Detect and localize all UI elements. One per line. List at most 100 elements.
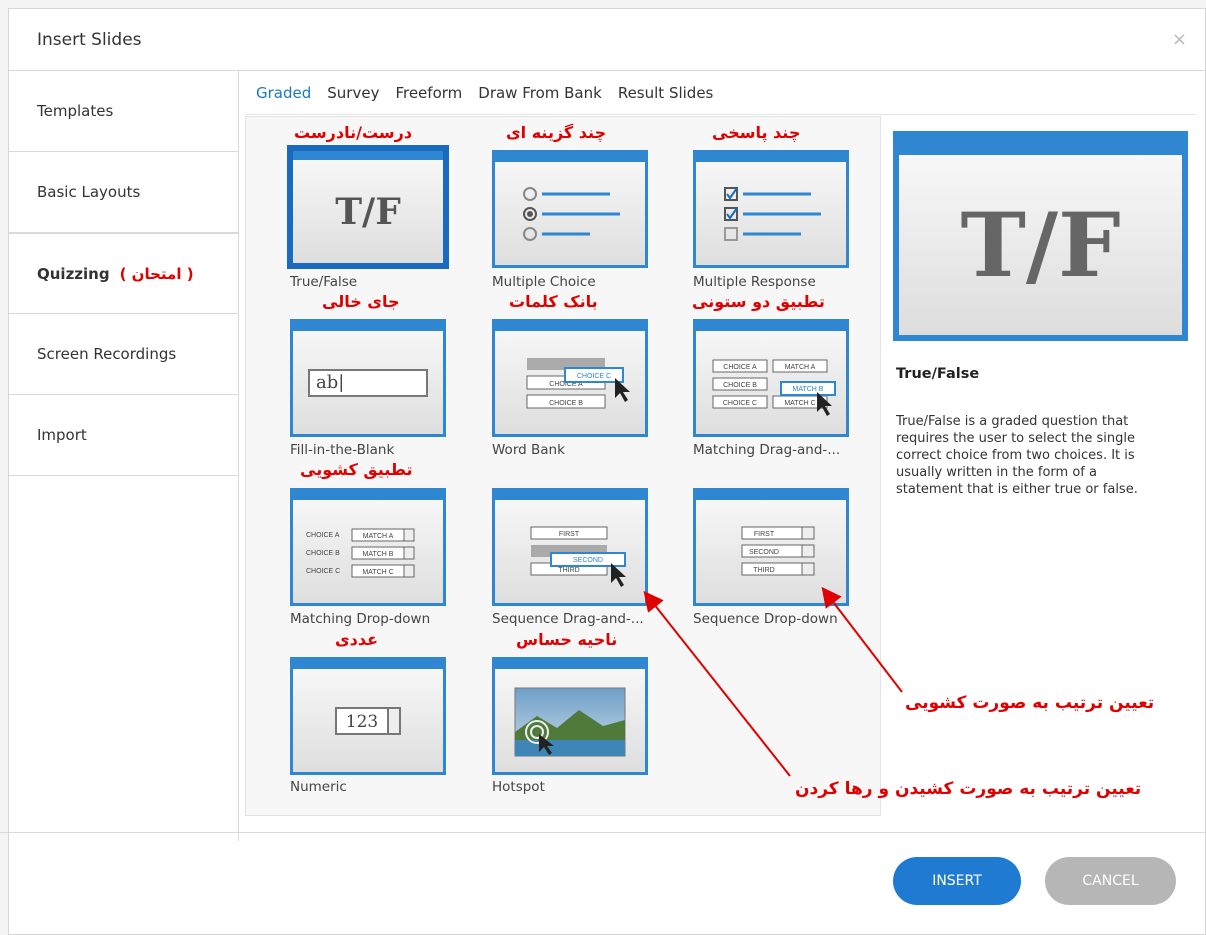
sidebar-item-screen-recordings[interactable]: Screen Recordings [9, 314, 238, 395]
quizzing-note: ( امتحان ) [119, 264, 194, 283]
svg-text:THIRD: THIRD [753, 567, 774, 574]
sidebar-item-quizzing[interactable]: Quizzing ( امتحان ) [9, 233, 238, 314]
card-bar [495, 491, 645, 500]
card-bar [495, 322, 645, 331]
card-fa-label: تطبیق کشویی [300, 460, 413, 479]
card-sequence-drag-and-drop[interactable]: FIRST THIRD SECOND [492, 488, 648, 606]
card-bar [696, 491, 846, 500]
tab-survey[interactable]: Survey [327, 84, 379, 102]
category-tabs: Graded Survey Freeform Draw From Bank Re… [256, 84, 729, 102]
svg-text:MATCH C: MATCH C [362, 569, 393, 576]
card-bar [495, 660, 645, 669]
svg-text:SECOND: SECOND [573, 557, 603, 564]
preview-glyph: T/F [960, 193, 1121, 297]
card-multiple-choice[interactable] [492, 150, 648, 268]
matching-dropdown-icon: CHOICE A MATCH A CHOICE B MATCH B CHOICE… [293, 500, 443, 603]
tab-draw-from-bank[interactable]: Draw From Bank [478, 84, 602, 102]
sidebar-item-label: Basic Layouts [37, 183, 141, 201]
card-bar [696, 322, 846, 331]
card-bar [293, 660, 443, 669]
sidebar-item-basic-layouts[interactable]: Basic Layouts [9, 152, 238, 233]
card-fill-in-the-blank[interactable]: ab| [290, 319, 446, 437]
tab-freeform[interactable]: Freeform [395, 84, 462, 102]
card-bar [293, 322, 443, 331]
preview-bar [899, 137, 1182, 155]
dialog-title: Insert Slides [37, 30, 142, 50]
svg-text:FIRST: FIRST [559, 531, 580, 538]
card-matching-drag-and-drop[interactable]: CHOICE A MATCH A CHOICE B CHOICE C MATCH… [693, 319, 849, 437]
svg-text:THIRD: THIRD [558, 567, 579, 574]
card-label: Multiple Choice [492, 274, 596, 290]
card-fa-label: درست/نادرست [294, 123, 413, 142]
close-icon[interactable]: × [1172, 29, 1187, 50]
svg-text:MATCH B: MATCH B [363, 551, 394, 558]
tab-divider [246, 114, 1196, 115]
sidebar: Templates Basic Layouts Quizzing ( امتحان… [9, 71, 239, 841]
svg-text:FIRST: FIRST [754, 531, 775, 538]
card-label: True/False [290, 274, 358, 290]
card-fa-label: بانک کلمات [509, 292, 598, 311]
sidebar-item-label: Import [37, 426, 87, 444]
card-matching-drop-down[interactable]: CHOICE A MATCH A CHOICE B MATCH B CHOICE… [290, 488, 446, 606]
card-label: Sequence Drag-and-... [492, 611, 644, 627]
hotspot-icon [495, 669, 645, 772]
card-bar [495, 153, 645, 162]
tab-graded[interactable]: Graded [256, 84, 311, 102]
svg-text:CHOICE C: CHOICE C [723, 400, 757, 407]
card-word-bank[interactable]: CHOICE A CHOICE B CHOICE C [492, 319, 648, 437]
tab-result-slides[interactable]: Result Slides [618, 84, 714, 102]
multiple-choice-icon [495, 162, 645, 265]
card-label: Matching Drag-and-... [693, 442, 841, 458]
sidebar-item-templates[interactable]: Templates [9, 71, 238, 152]
cancel-button[interactable]: CANCEL [1045, 857, 1176, 905]
card-fa-label: ناحیه حساس [516, 630, 618, 649]
card-hotspot[interactable] [492, 657, 648, 775]
sequence-dropdown-icon: FIRST SECOND THIRD [696, 500, 846, 603]
card-label: Fill-in-the-Blank [290, 442, 395, 458]
svg-text:MATCH A: MATCH A [785, 364, 816, 371]
card-true-false[interactable]: T/F [290, 148, 446, 266]
insert-button[interactable]: INSERT [893, 857, 1021, 905]
card-bar [696, 153, 846, 162]
fill-blank-icon: ab| [293, 331, 443, 434]
svg-text:CHOICE A: CHOICE A [723, 364, 757, 371]
svg-text:MATCH A: MATCH A [363, 533, 394, 540]
card-label: Sequence Drop-down [693, 611, 838, 627]
card-label: Numeric [290, 779, 347, 795]
card-label: Word Bank [492, 442, 565, 458]
sidebar-item-label: Templates [37, 102, 114, 120]
card-sequence-drop-down[interactable]: FIRST SECOND THIRD [693, 488, 849, 606]
preview-description: True/False is a graded question that req… [896, 414, 1138, 497]
svg-text:MATCH B: MATCH B [793, 386, 824, 393]
svg-text:SECOND: SECOND [749, 549, 779, 556]
card-label: Hotspot [492, 779, 545, 795]
svg-text:CHOICE A: CHOICE A [306, 532, 340, 539]
preview-title: True/False [896, 366, 980, 382]
svg-text:CHOICE C: CHOICE C [577, 373, 611, 380]
card-fa-label: چند پاسخی [712, 123, 801, 142]
svg-text:MATCH C: MATCH C [784, 400, 815, 407]
card-fa-label: چند گزینه ای [506, 123, 607, 142]
matching-drag-icon: CHOICE A MATCH A CHOICE B CHOICE C MATCH… [696, 331, 846, 434]
footer-divider [0, 832, 1206, 833]
sequence-drag-icon: FIRST THIRD SECOND [495, 500, 645, 603]
sidebar-item-import[interactable]: Import [9, 395, 238, 476]
svg-text:CHOICE B: CHOICE B [306, 550, 340, 557]
svg-text:CHOICE C: CHOICE C [306, 568, 340, 575]
word-bank-icon: CHOICE A CHOICE B CHOICE C [495, 331, 645, 434]
svg-text:CHOICE B: CHOICE B [723, 382, 757, 389]
dialog-titlebar: Insert Slides × [9, 9, 1205, 71]
card-label: Matching Drop-down [290, 611, 431, 627]
preview-thumbnail: T/F [893, 131, 1188, 341]
tf-icon: T/F [335, 190, 401, 233]
card-numeric[interactable]: 123 [290, 657, 446, 775]
annotation-dragdrop: تعیین ترتیب به صورت کشیدن و رها کردن [795, 779, 1142, 799]
sidebar-item-label: Quizzing [37, 264, 110, 283]
card-bar [293, 151, 443, 160]
annotation-dropdown: تعیین ترتیب به صورت کشویی [905, 693, 1155, 713]
card-multiple-response[interactable] [693, 150, 849, 268]
card-bar [293, 491, 443, 500]
card-label: Multiple Response [693, 274, 816, 290]
svg-text:CHOICE B: CHOICE B [549, 400, 583, 407]
card-fa-label: تطبیق دو ستونی [692, 292, 825, 311]
